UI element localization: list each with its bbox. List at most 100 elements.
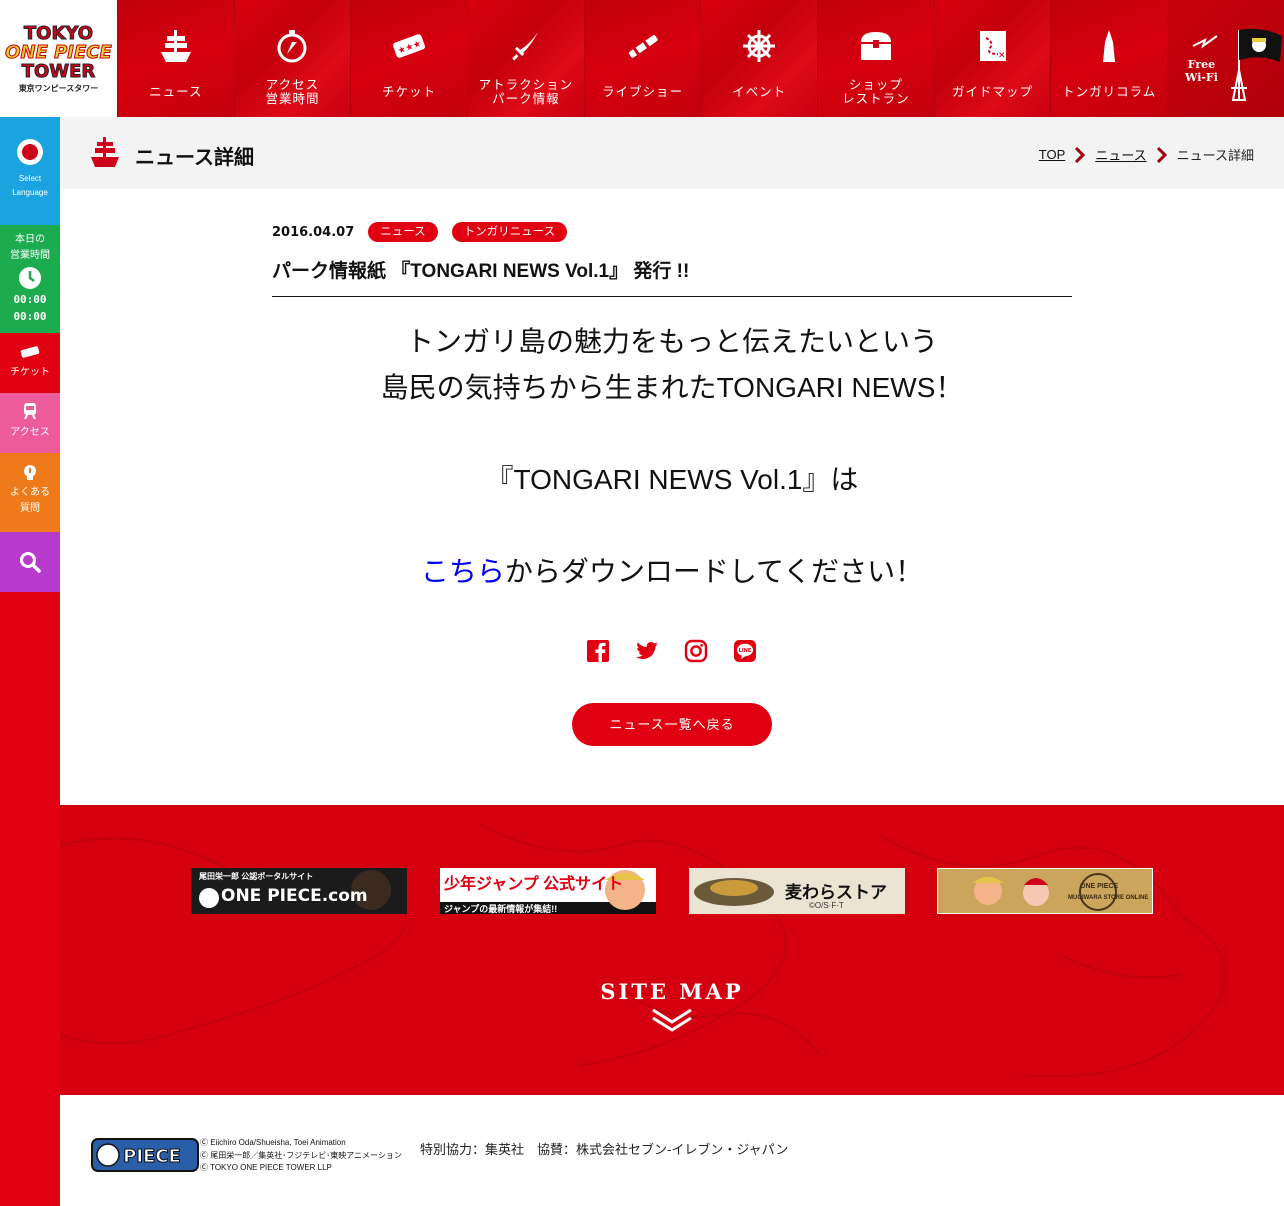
sidebar-access-button[interactable]: アクセス (0, 393, 60, 453)
sitemap-label: SITE MAP (600, 979, 744, 1004)
banner-1-sub: ONE PIECE.com (221, 886, 368, 906)
banner-3-sub: ©O/S·F·T (809, 901, 844, 910)
nav-news-label: ニュース (149, 85, 203, 99)
svg-text:PIECE: PIECE (123, 1146, 181, 1167)
download-link[interactable]: こちら (421, 556, 505, 587)
lightbulb-icon (24, 465, 36, 480)
site-logo[interactable]: TOKYO ONE PIECE TOWER 東京ワンピースタワー (0, 0, 117, 117)
line-icon[interactable]: LINE (733, 639, 757, 663)
facebook-icon[interactable] (586, 639, 610, 663)
article-title: パーク情報紙 『TONGARI NEWS Vol.1』 発行 !! (272, 256, 1072, 297)
logo-line-3: TOWER (21, 60, 96, 82)
footer: PIECE Ⓒ Eiichiro Oda/Shueisha, Toei Anim… (60, 1095, 1284, 1206)
banner-onepiece-com[interactable]: 尾田栄一郎 公認ポータルサイト ONE PIECE.com (191, 868, 407, 914)
map-icon: ✕ (976, 26, 1010, 66)
select-language-button[interactable]: Select Language (0, 117, 60, 225)
banner-shonen-jump[interactable]: 少年ジャンプ 公式サイト ジャンプの最新情報が集結!! (440, 868, 656, 914)
copyright-1: Ⓒ Eiichiro Oda/Shueisha, Toei Animation (200, 1138, 346, 1147)
ship-icon (91, 137, 119, 167)
japan-flag-icon (17, 139, 43, 165)
banner-1-title: 尾田栄一郎 公認ポータルサイト (199, 872, 314, 881)
nav-column[interactable]: トンガリコラム (1050, 0, 1168, 117)
chevron-right-icon (1156, 146, 1167, 163)
article-line-3: 『TONGARI NEWS Vol.1』は (485, 464, 859, 495)
double-chevron-down-icon (652, 1008, 692, 1032)
train-icon (24, 403, 36, 420)
one-piece-logo: PIECE (91, 1138, 199, 1172)
tower-icon (1094, 26, 1124, 66)
store-online-banner-image (938, 869, 1152, 913)
nav-news[interactable]: ニュース (116, 0, 234, 117)
nav-shop[interactable]: ショップ レストラン (817, 0, 934, 117)
sitemap-toggle[interactable]: SITE MAP (60, 979, 1284, 1037)
news-article: 2016.04.07 ニュース トンガリニュース パーク情報紙 『TONGARI… (272, 222, 1072, 595)
tag-tongari-news[interactable]: トンガリニュース (451, 222, 568, 242)
logo-line-1: TOKYO (23, 22, 94, 44)
banner-3-title: 麦わらストア (785, 883, 887, 902)
left-sidebar: Select Language 本日の 営業時間 00:00 00:00 チケッ… (0, 117, 60, 1206)
lang-label-1: Select (18, 174, 42, 183)
free-wifi-link[interactable]: Free Wi-Fi (1167, 0, 1284, 117)
lang-label-2: Language (12, 188, 48, 197)
nav-guidemap-label: ガイドマップ (952, 85, 1034, 99)
hours-close: 00:00 (13, 310, 47, 323)
banner-4-sub: MUGIWARA STORE ONLINE (1068, 895, 1149, 901)
world-map-background (60, 824, 1227, 1078)
twitter-icon[interactable] (635, 639, 659, 663)
article-line-4-text: からダウンロードしてください！ (504, 556, 924, 587)
nav-access-label: アクセス 営業時間 (265, 78, 320, 106)
page-title: ニュース詳細 (135, 147, 254, 169)
treasure-chest-icon (858, 26, 894, 66)
sidebar-access-label: アクセス (10, 427, 50, 438)
article-line-4: こちらからダウンロードしてください！ (272, 549, 1072, 595)
breadcrumb-top[interactable]: TOP (1039, 147, 1066, 162)
chevron-right-icon (1075, 146, 1086, 163)
search-icon (20, 552, 41, 573)
nav-ticket[interactable]: ★★★ チケット (350, 0, 467, 117)
copyright-2: Ⓒ 尾田栄一郎／集英社･フジテレビ･東映アニメーション (200, 1150, 402, 1160)
article-body: トンガリ島の魅力をもっと伝えたいという 島民の気持ちから生まれたTONGARI … (272, 319, 1072, 595)
sidebar-ticket-label: チケット (10, 367, 50, 378)
tag-news[interactable]: ニュース (368, 222, 438, 242)
faq-label-1: よくある (10, 487, 50, 498)
wifi-label: Free Wi-Fi (1185, 58, 1218, 84)
clock-icon (19, 267, 41, 289)
nav-liveshow[interactable]: ライブショー (583, 0, 701, 117)
copyright-3: Ⓒ TOKYO ONE PIECE TOWER LLP (200, 1163, 332, 1172)
sword-icon (508, 26, 544, 66)
nav-guidemap[interactable]: ✕ ガイドマップ (933, 0, 1051, 117)
nav-column-label: トンガリコラム (1062, 85, 1157, 99)
hours-open: 00:00 (13, 293, 47, 306)
breadcrumb-news[interactable]: ニュース (1095, 145, 1146, 164)
banner-4-title: ONE PIECE (1080, 883, 1119, 890)
sponsor-text: 特別協力：集英社 協賛：株式会社セブン-イレブン・ジャパン (420, 1142, 789, 1157)
ticket-icon: ★★★ (391, 26, 427, 66)
breadcrumb-current: ニュース詳細 (1176, 148, 1254, 163)
top-navigation: TOKYO ONE PIECE TOWER 東京ワンピースタワー ニュース アク… (0, 0, 1284, 117)
logo-line-2: ONE PIECE (5, 41, 113, 63)
banner-2-title: 少年ジャンプ 公式サイト (444, 876, 624, 893)
ticket-icon (20, 346, 40, 358)
today-hours-button[interactable]: 本日の 営業時間 00:00 00:00 (0, 225, 60, 333)
partner-banners-section: 尾田栄一郎 公認ポータルサイト ONE PIECE.com 少年ジャンプ 公式サ… (60, 805, 1284, 1095)
nav-event-label: イベント (732, 85, 787, 99)
ship-icon (159, 26, 193, 66)
sidebar-faq-button[interactable]: よくある 質問 (0, 453, 60, 532)
nav-access[interactable]: アクセス 営業時間 (233, 0, 351, 117)
instagram-icon[interactable] (684, 639, 708, 663)
page-header: ニュース詳細 TOP ニュース ニュース詳細 (60, 117, 1284, 189)
banner-mugiwara-store[interactable]: 麦わらストア ©O/S·F·T (689, 868, 905, 914)
nav-event[interactable]: イベント (700, 0, 818, 117)
nav-liveshow-label: ライブショー (602, 85, 684, 99)
back-to-news-list-button[interactable]: ニュース一覧へ戻る (572, 703, 772, 746)
nav-ticket-label: チケット (382, 85, 437, 99)
banner-mugiwara-store-online[interactable]: ONE PIECE MUGIWARA STORE ONLINE (937, 868, 1153, 914)
nav-attraction[interactable]: アトラクション パーク情報 (467, 0, 584, 117)
banner-2-sub: ジャンプの最新情報が集結!! (444, 904, 558, 914)
compass-icon (275, 26, 309, 66)
helm-icon (741, 26, 777, 66)
article-date: 2016.04.07 (272, 224, 355, 240)
sidebar-ticket-button[interactable]: チケット (0, 333, 60, 393)
sidebar-search-button[interactable] (0, 532, 60, 592)
telescope-icon (625, 26, 661, 66)
